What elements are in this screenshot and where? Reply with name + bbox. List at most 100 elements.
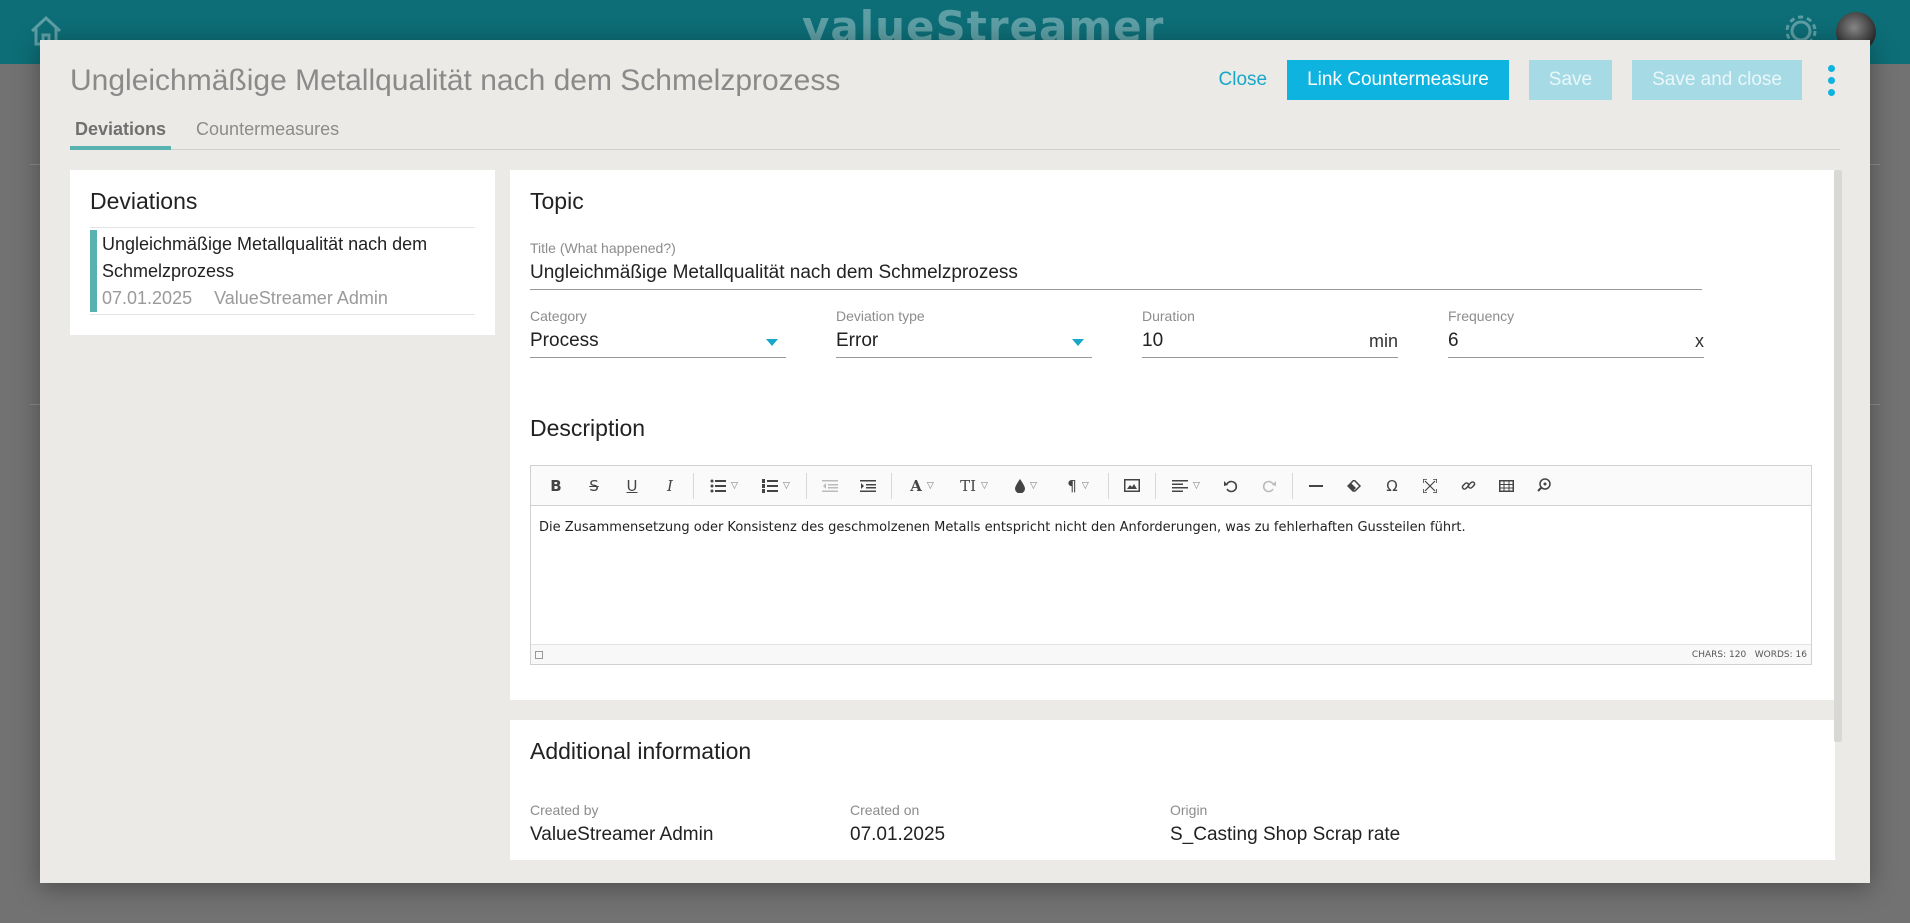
- underline-button[interactable]: U: [613, 466, 651, 506]
- deviation-date: 07.01.2025: [102, 288, 193, 308]
- frequency-input[interactable]: 6 x: [1448, 324, 1704, 358]
- font-size-icon: TI: [960, 476, 976, 495]
- indent-button[interactable]: [849, 466, 887, 506]
- deviation-title: Ungleichmäßige Metallqualität nach dem S…: [102, 234, 428, 281]
- link-countermeasure-button[interactable]: Link Countermeasure: [1287, 60, 1509, 100]
- editor-toolbar: B S U I ▽ ▽ A ▽ TI ▽ ▽ ¶ ▽ ▽ Ω: [531, 466, 1811, 506]
- duration-label: Duration: [1142, 308, 1195, 324]
- category-field: Category Process: [530, 308, 786, 358]
- save-button[interactable]: Save: [1528, 60, 1613, 100]
- origin-value: S_Casting Shop Scrap rate: [1170, 824, 1401, 845]
- insert-link-button[interactable]: [1449, 466, 1487, 506]
- strikethrough-button[interactable]: S: [575, 466, 613, 506]
- redo-icon: [1262, 480, 1276, 492]
- frequency-unit: x: [1695, 331, 1704, 351]
- list-item[interactable]: Ungleichmäßige Metallqualität nach dem S…: [90, 227, 475, 315]
- tab-countermeasures[interactable]: Countermeasures: [191, 116, 344, 150]
- omega-icon: Ω: [1386, 476, 1398, 495]
- link-icon: [1461, 481, 1475, 490]
- paragraph-icon: ¶: [1067, 476, 1077, 495]
- editor-counts: CHARS: 120 WORDS: 16: [1692, 650, 1807, 660]
- created-on-label: Created on: [850, 802, 920, 818]
- numbered-list-icon: [762, 478, 779, 493]
- title-label: Title (What happened?): [530, 240, 676, 256]
- tab-deviations[interactable]: Deviations: [70, 116, 172, 150]
- font-family-button[interactable]: A ▽: [896, 466, 948, 506]
- toolbar-divider: [693, 472, 694, 499]
- duration-input[interactable]: 10 min: [1142, 324, 1398, 358]
- font-family-icon: A: [910, 476, 922, 495]
- char-count: CHARS: 120: [1691, 649, 1747, 660]
- frequency-label: Frequency: [1448, 308, 1515, 324]
- created-on-value: 07.01.2025: [850, 824, 946, 845]
- deviation-type-field: Deviation type Error: [836, 308, 1092, 358]
- header-actions: Close Link Countermeasure Save Save and …: [1219, 60, 1840, 100]
- italic-button[interactable]: I: [651, 466, 689, 506]
- topic-card: Topic Title (What happened?) Ungleichmäß…: [510, 170, 1835, 700]
- category-value: Process: [530, 330, 599, 351]
- bullet-list-icon: [710, 479, 727, 492]
- deviation-type-label: Deviation type: [836, 308, 925, 324]
- created-by-value: ValueStreamer Admin: [530, 824, 714, 845]
- origin-field: Origin S_Casting Shop Scrap rate: [1170, 802, 1570, 852]
- frequency-field: Frequency 6 x: [1448, 308, 1704, 358]
- toolbar-divider: [1108, 472, 1109, 499]
- insert-image-button[interactable]: [1113, 466, 1151, 506]
- toolbar-divider: [1155, 472, 1156, 499]
- title-input[interactable]: Ungleichmäßige Metallqualität nach dem S…: [530, 256, 1702, 290]
- duration-unit: min: [1368, 331, 1398, 351]
- outdent-button[interactable]: [811, 466, 849, 506]
- fullscreen-button[interactable]: [1411, 466, 1449, 506]
- deviation-type-select[interactable]: Error: [836, 324, 1092, 358]
- numbered-list-button[interactable]: ▽: [750, 466, 802, 506]
- category-select[interactable]: Process: [530, 324, 786, 358]
- more-menu-icon[interactable]: [1822, 60, 1840, 100]
- bullet-list-button[interactable]: ▽: [698, 466, 750, 506]
- paragraph-format-button[interactable]: ¶ ▽: [1052, 466, 1104, 506]
- title-field: Title (What happened?) Ungleichmäßige Me…: [530, 240, 1702, 290]
- toolbar-divider: [891, 472, 892, 499]
- topic-heading: Topic: [530, 188, 584, 214]
- undo-icon: [1224, 480, 1238, 492]
- editor-statusbar: CHARS: 120 WORDS: 16: [531, 644, 1811, 664]
- font-size-button[interactable]: TI ▽: [948, 466, 1000, 506]
- deviations-heading: Deviations: [90, 188, 198, 214]
- modal-title: Ungleichmäßige Metallqualität nach dem S…: [70, 64, 841, 97]
- rich-text-editor: B S U I ▽ ▽ A ▽ TI ▽ ▽ ¶ ▽ ▽ Ω Die Zusam…: [530, 465, 1812, 665]
- horizontal-line-button[interactable]: [1297, 466, 1335, 506]
- word-count: WORDS: 16: [1754, 649, 1807, 660]
- bold-button[interactable]: B: [537, 466, 575, 506]
- align-button[interactable]: ▽: [1160, 466, 1212, 506]
- indent-icon: [860, 479, 876, 492]
- chevron-down-icon: [766, 339, 778, 346]
- detail-scroll-area[interactable]: Topic Title (What happened?) Ungleichmäß…: [510, 170, 1850, 860]
- deviation-meta: 07.01.2025 ValueStreamer Admin: [102, 285, 475, 311]
- created-on-field: Created on 07.01.2025: [850, 802, 1150, 852]
- redo-button[interactable]: [1250, 466, 1288, 506]
- insert-table-button[interactable]: [1487, 466, 1525, 506]
- deviation-author: ValueStreamer Admin: [214, 288, 388, 308]
- undo-button[interactable]: [1212, 466, 1250, 506]
- align-left-icon: [1172, 479, 1189, 492]
- special-char-button[interactable]: Ω: [1373, 466, 1411, 506]
- additional-info-heading: Additional information: [530, 738, 752, 764]
- description-editor-content[interactable]: Die Zusammensetzung oder Konsistenz des …: [531, 506, 1811, 644]
- clear-format-button[interactable]: [1335, 466, 1373, 506]
- description-heading: Description: [530, 415, 646, 441]
- find-replace-icon: [1536, 478, 1551, 492]
- created-by-label: Created by: [530, 802, 599, 818]
- toolbar-divider: [1292, 472, 1293, 499]
- find-replace-button[interactable]: [1525, 466, 1563, 506]
- deviations-list-card: Deviations Ungleichmäßige Metallqualität…: [70, 170, 495, 335]
- close-button[interactable]: Close: [1219, 69, 1268, 91]
- frequency-value: 6: [1448, 330, 1459, 351]
- additional-info-card: Additional information Created by ValueS…: [510, 720, 1835, 860]
- save-and-close-button[interactable]: Save and close: [1632, 60, 1802, 100]
- duration-field: Duration 10 min: [1142, 308, 1398, 358]
- duration-value: 10: [1142, 330, 1164, 351]
- text-color-button[interactable]: ▽: [1000, 466, 1052, 506]
- resize-handle-icon[interactable]: [535, 650, 543, 659]
- toolbar-divider: [806, 472, 807, 499]
- ink-drop-icon: [1015, 478, 1026, 493]
- scrollbar[interactable]: [1834, 170, 1842, 742]
